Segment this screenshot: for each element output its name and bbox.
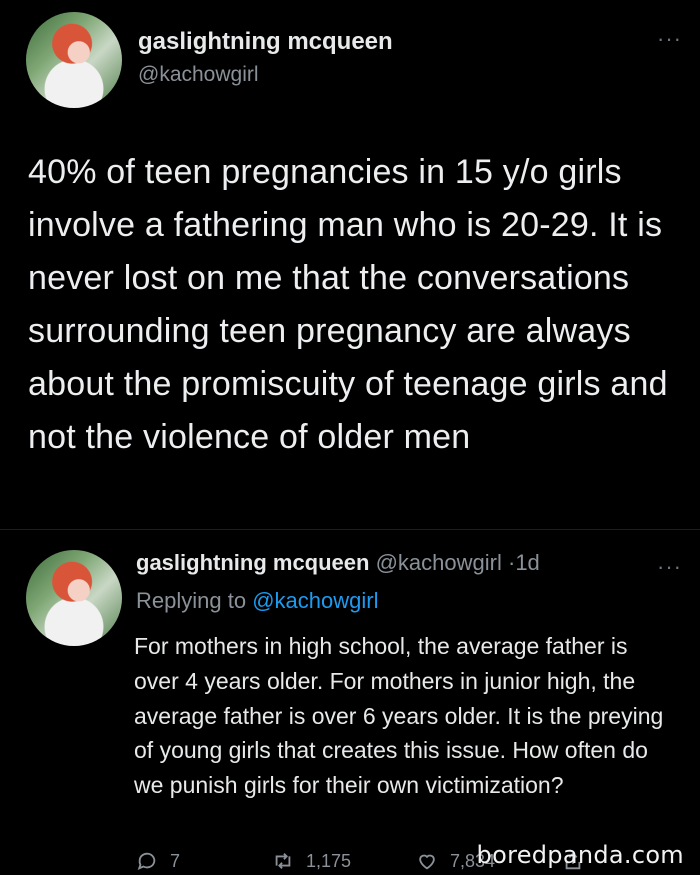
author-handle[interactable]: @kachowgirl [138, 63, 259, 87]
reply-count: 7 [170, 850, 181, 871]
comment-bubble-icon [137, 852, 156, 871]
more-dots-icon[interactable]: ··· [657, 28, 682, 50]
author-avatar[interactable] [26, 12, 122, 108]
reply-timestamp[interactable]: 1d [515, 550, 539, 575]
author-display-name[interactable]: gaslightning mcqueen [138, 28, 393, 56]
retweet-count: 1,175 [306, 850, 352, 871]
replying-to-line: Replying to @kachowgirl [136, 588, 378, 614]
tweet-text: 40% of teen pregnancies in 15 y/o girls … [28, 153, 668, 456]
main-tweet[interactable]: gaslightning mcqueen @kachowgirl ··· 40%… [0, 0, 700, 530]
replying-to-prefix: Replying to [136, 588, 253, 613]
retweet-button[interactable]: 1,175 [272, 850, 351, 872]
reply-text: For mothers in high school, the average … [134, 633, 664, 799]
more-dots-icon[interactable]: ··· [657, 556, 682, 578]
reply-display-name[interactable]: gaslightning mcqueen [136, 550, 369, 575]
watermark-text: boredpanda.com [476, 841, 684, 869]
retweet-icon [275, 853, 291, 869]
reply-button[interactable]: 7 [136, 850, 180, 872]
replying-to-handle-link[interactable]: @kachowgirl [252, 588, 378, 613]
reply-handle[interactable]: @kachowgirl [376, 550, 502, 575]
reply-header: gaslightning mcqueen @kachowgirl ·1d [136, 550, 540, 576]
reply-author-avatar[interactable] [26, 550, 122, 646]
heart-icon [419, 854, 435, 870]
